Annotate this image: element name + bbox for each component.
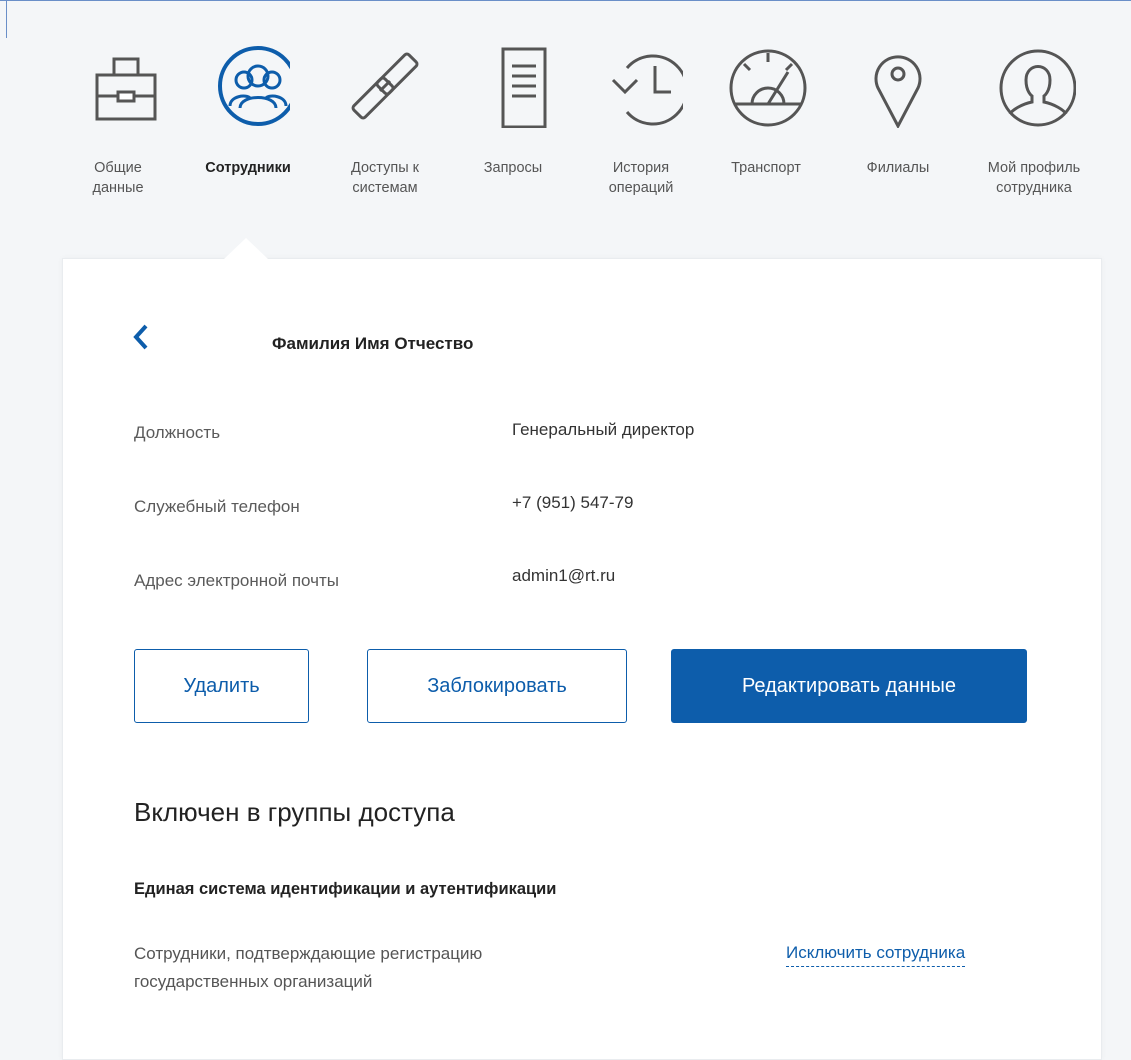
exclude-employee-link[interactable]: Исключить сотрудника (786, 943, 966, 967)
email-label: Адрес электронной почты (134, 571, 339, 590)
nav-label: Сотрудники (205, 160, 291, 176)
speedometer-icon (724, 44, 808, 128)
nav-item-general-data[interactable]: Общие данные (58, 44, 178, 198)
nav-label: Мой профиль сотрудника (987, 160, 1081, 196)
access-groups-title: Включен в группы доступа (134, 797, 455, 827)
user-profile-icon (992, 44, 1076, 128)
phone-value: +7 (951) 547-79 (512, 493, 634, 512)
nav-label: Транспорт (731, 160, 801, 176)
phone-label: Служебный телефон (134, 497, 300, 516)
nav-item-branches[interactable]: Филиалы (838, 44, 958, 178)
access-group-description: Сотрудники, подтверждающие регистрацию г… (134, 944, 483, 991)
back-button[interactable] (128, 322, 158, 352)
active-tab-pointer (224, 238, 268, 259)
block-button[interactable]: Заблокировать (367, 649, 627, 723)
employees-icon (206, 44, 290, 128)
map-pin-icon (856, 44, 940, 128)
nav-item-requests[interactable]: Запросы (453, 44, 573, 178)
employee-name: Фамилия Имя Отчество (272, 334, 474, 353)
nav-label: Доступы к системам (351, 160, 419, 196)
access-group-system: Единая система идентификации и аутентифи… (134, 880, 557, 898)
delete-button[interactable]: Удалить (134, 649, 309, 723)
email-value: admin1@rt.ru (512, 566, 616, 585)
position-value: Генеральный директор (512, 420, 695, 439)
briefcase-icon (76, 44, 160, 128)
link-chain-icon (343, 44, 427, 128)
chevron-left-icon (133, 324, 148, 350)
nav-item-employees[interactable]: Сотрудники (188, 44, 308, 178)
nav-item-operations-history[interactable]: История операций (581, 44, 701, 198)
history-icon (599, 44, 683, 128)
nav-label: Запросы (483, 160, 543, 176)
document-icon (471, 44, 555, 128)
nav-item-my-profile[interactable]: Мой профиль сотрудника (974, 44, 1094, 198)
nav-label: История операций (608, 160, 674, 196)
left-border (6, 0, 7, 38)
position-label: Должность (134, 423, 221, 442)
nav-item-system-access[interactable]: Доступы к системам (325, 44, 445, 198)
top-border (0, 0, 1131, 1)
edit-data-button[interactable]: Редактировать данные (671, 649, 1027, 723)
nav-label: Филиалы (866, 160, 930, 176)
nav-item-transport[interactable]: Транспорт (706, 44, 826, 178)
nav-label: Общие данные (92, 160, 144, 196)
